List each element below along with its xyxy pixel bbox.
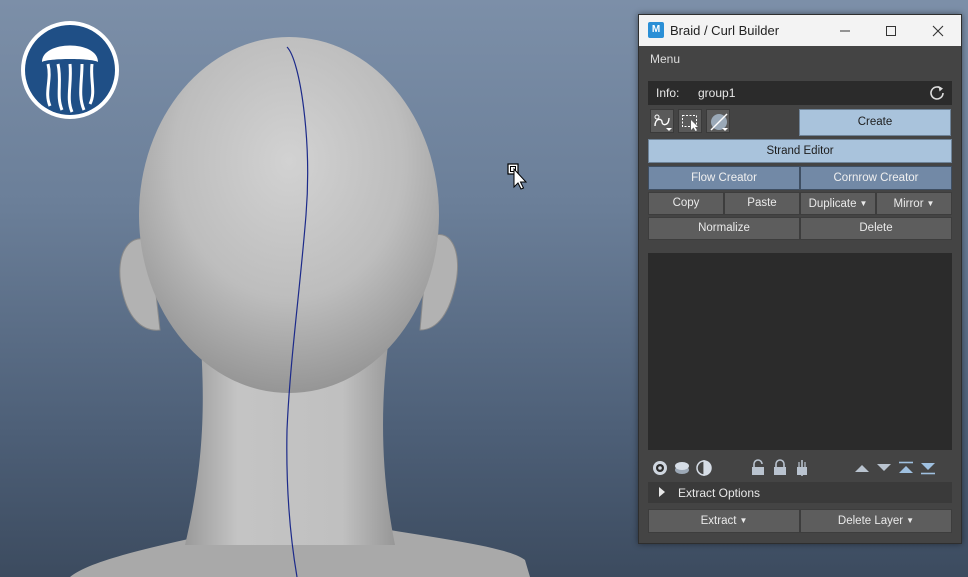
mouse-cursor-icon <box>507 163 529 196</box>
half-circle-icon <box>696 460 712 476</box>
delete-button[interactable]: Delete <box>800 217 952 240</box>
expand-triangle-icon <box>659 487 665 497</box>
minimize-button[interactable] <box>822 15 868 46</box>
stack-button[interactable] <box>673 459 691 477</box>
extract-options-frame[interactable]: Extract Options <box>648 482 952 503</box>
sphere-dropdown-icon <box>710 113 728 131</box>
delete-layer-button[interactable]: Delete Layer ▼ <box>800 509 952 533</box>
move-down-icon <box>877 464 891 471</box>
move-top-icon <box>899 461 913 473</box>
lock-button[interactable] <box>749 459 767 477</box>
sphere-tool-button[interactable] <box>706 109 730 133</box>
lock-pin-icon <box>797 460 807 476</box>
normalize-button[interactable]: Normalize <box>648 217 800 240</box>
lock-icon <box>752 459 764 475</box>
duplicate-label: Duplicate <box>808 198 857 210</box>
extract-options-label: Extract Options <box>678 486 761 500</box>
dropdown-arrow-icon: ▼ <box>859 199 868 208</box>
dropdown-arrow-icon: ▼ <box>926 199 935 208</box>
info-label: Info: <box>656 86 680 100</box>
extract-label: Extract <box>700 515 737 527</box>
move-down-button[interactable] <box>875 459 893 477</box>
lock-all-button[interactable] <box>771 459 789 477</box>
mirror-button[interactable]: Mirror ▼ <box>876 192 952 215</box>
half-circle-button[interactable] <box>695 459 713 477</box>
move-up-icon <box>855 465 869 472</box>
braid-curl-builder-window: M Braid / Curl Builder Menu Info: group1 <box>638 14 962 544</box>
duplicate-button[interactable]: Duplicate ▼ <box>800 192 876 215</box>
lock-all-icon <box>774 459 786 475</box>
refresh-button[interactable] <box>928 84 946 105</box>
curve-dropdown-icon <box>654 114 672 131</box>
paste-button[interactable]: Paste <box>724 192 800 215</box>
delete-layer-label: Delete Layer <box>837 515 904 527</box>
minimize-icon <box>840 30 850 32</box>
copy-button[interactable]: Copy <box>648 192 724 215</box>
close-icon <box>932 25 944 37</box>
select-region-button[interactable] <box>678 109 702 133</box>
lock-pin-button[interactable] <box>793 459 811 477</box>
move-bottom-button[interactable] <box>919 459 937 477</box>
strand-layer-list[interactable] <box>648 253 952 450</box>
mirror-label: Mirror <box>893 198 924 210</box>
layer-icon-row <box>648 457 952 479</box>
curve-tool-button[interactable] <box>650 109 674 133</box>
extract-button[interactable]: Extract ▼ <box>648 509 800 533</box>
window-titlebar[interactable]: M Braid / Curl Builder <box>639 15 961 46</box>
stack-icon <box>675 462 689 474</box>
move-top-button[interactable] <box>897 459 915 477</box>
maya-app-icon: M <box>648 22 664 38</box>
menu-item-menu[interactable]: Menu <box>650 52 680 66</box>
dropdown-arrow-icon: ▼ <box>906 516 915 525</box>
menubar: Menu <box>639 47 961 71</box>
flow-creator-button[interactable]: Flow Creator <box>648 166 800 190</box>
dropdown-arrow-icon: ▼ <box>739 516 748 525</box>
visibility-button[interactable] <box>651 459 669 477</box>
info-bar: Info: group1 <box>648 81 952 105</box>
select-region-icon <box>682 115 698 131</box>
head <box>139 37 439 393</box>
maximize-button[interactable] <box>868 15 914 46</box>
visibility-icon <box>653 461 667 475</box>
maximize-icon <box>886 26 896 36</box>
move-up-button[interactable] <box>853 459 871 477</box>
move-bottom-icon <box>921 463 935 475</box>
close-button[interactable] <box>915 15 961 46</box>
cornrow-creator-button[interactable]: Cornrow Creator <box>800 166 952 190</box>
create-button[interactable]: Create <box>799 109 951 136</box>
jellyfish-logo <box>21 21 119 119</box>
strand-editor-button[interactable]: Strand Editor <box>648 139 952 163</box>
window-title: Braid / Curl Builder <box>670 23 780 38</box>
refresh-icon <box>930 86 944 100</box>
info-value: group1 <box>698 86 736 100</box>
